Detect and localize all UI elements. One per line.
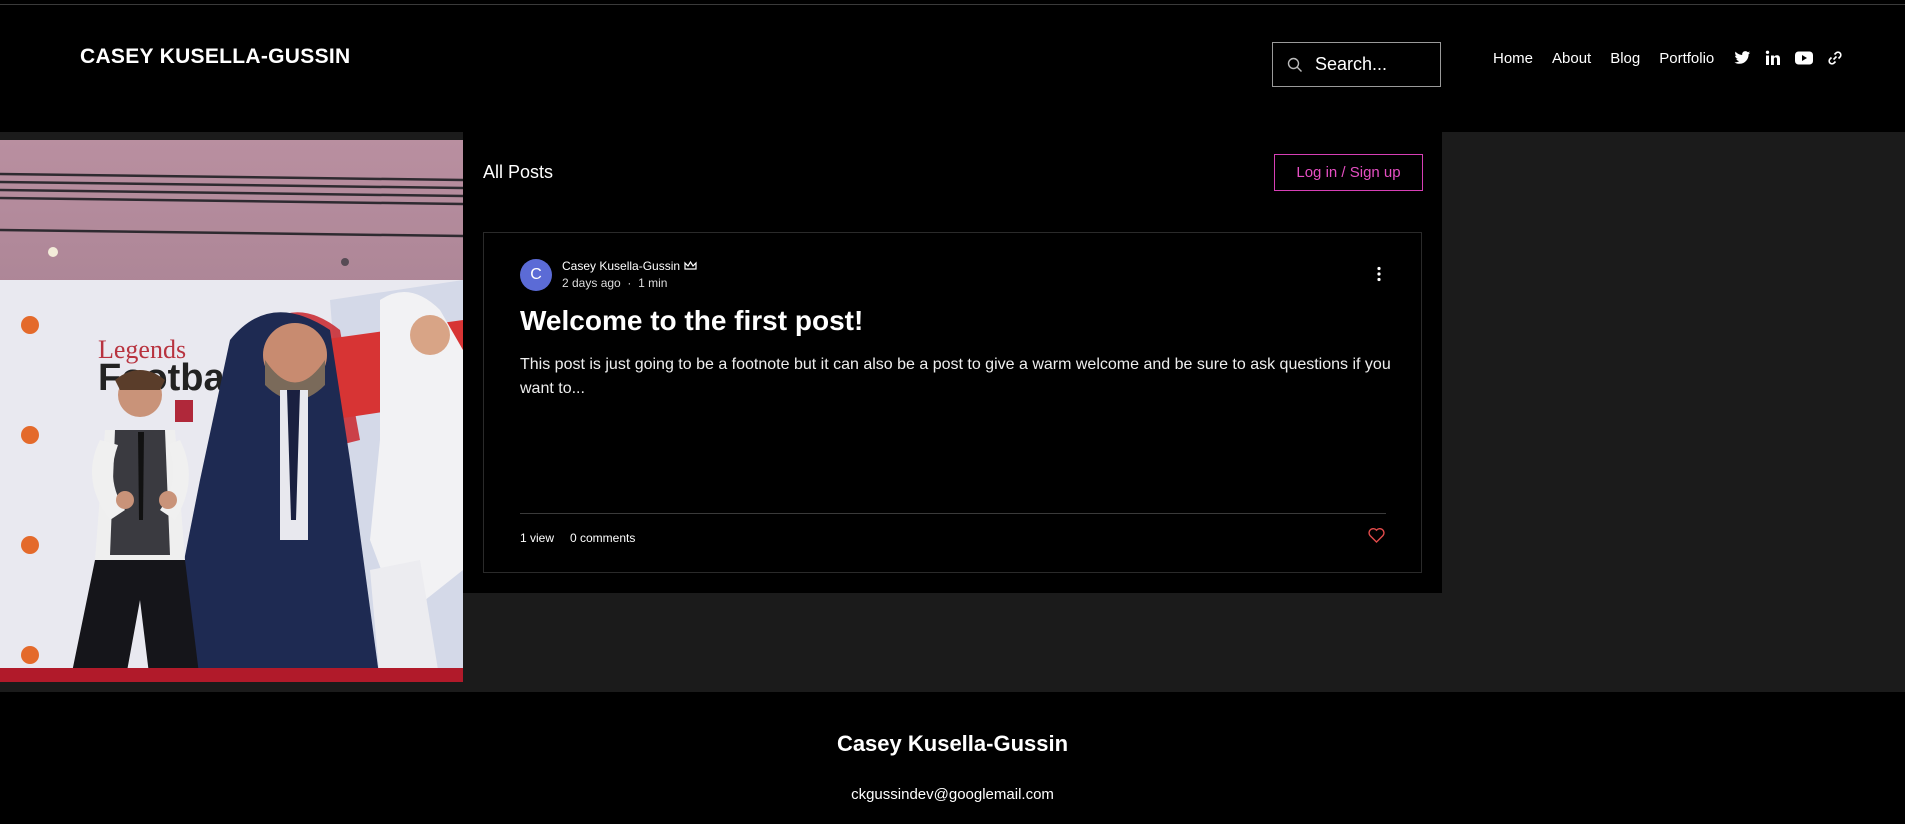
- read-time: 1 min: [638, 276, 668, 290]
- comment-count[interactable]: 0 comments: [570, 531, 635, 545]
- social-bar: [1733, 49, 1844, 67]
- main-nav: Home About Blog Portfolio: [1493, 50, 1733, 67]
- nav-home[interactable]: Home: [1493, 50, 1533, 67]
- link-icon[interactable]: [1826, 49, 1844, 67]
- post-card[interactable]: C Casey Kusella-Gussin 2 days ago · 1 mi…: [483, 232, 1422, 573]
- twitter-icon[interactable]: [1733, 49, 1751, 67]
- youtube-icon[interactable]: [1795, 49, 1813, 67]
- nav-portfolio[interactable]: Portfolio: [1659, 50, 1714, 67]
- card-divider: [520, 513, 1386, 514]
- post-meta: 2 days ago · 1 min: [562, 276, 667, 290]
- all-posts-heading[interactable]: All Posts: [483, 162, 553, 183]
- linkedin-icon[interactable]: [1764, 49, 1782, 67]
- crown-icon: [684, 261, 697, 270]
- author-name[interactable]: Casey Kusella-Gussin: [562, 259, 680, 273]
- more-options-icon[interactable]: [1376, 266, 1382, 287]
- login-signup-button[interactable]: Log in / Sign up: [1274, 154, 1423, 191]
- hero-photo: Legends Football: [0, 140, 463, 682]
- avatar[interactable]: C: [520, 259, 552, 291]
- meta-separator: ·: [624, 276, 635, 290]
- site-title[interactable]: CASEY KUSELLA-GUSSIN: [80, 45, 350, 69]
- post-time-ago: 2 days ago: [562, 276, 621, 290]
- footer-name: Casey Kusella-Gussin: [836, 731, 1069, 756]
- nav-about[interactable]: About: [1552, 50, 1591, 67]
- search-icon: [1287, 57, 1302, 72]
- post-excerpt[interactable]: This post is just going to be a footnote…: [520, 353, 1400, 401]
- view-count: 1 view: [520, 531, 555, 545]
- search-input[interactable]: [1313, 53, 1427, 76]
- footer-email[interactable]: ckgussindev@googlemail.com: [0, 786, 1905, 803]
- like-heart-icon[interactable]: [1368, 527, 1385, 548]
- nav-blog[interactable]: Blog: [1610, 50, 1640, 67]
- posts-feed: All Posts Log in / Sign up C Casey Kusel…: [463, 132, 1442, 593]
- post-title[interactable]: Welcome to the first post!: [520, 305, 863, 337]
- author-row: Casey Kusella-Gussin: [562, 259, 697, 273]
- top-border: [0, 0, 1905, 5]
- search-box[interactable]: [1272, 42, 1441, 87]
